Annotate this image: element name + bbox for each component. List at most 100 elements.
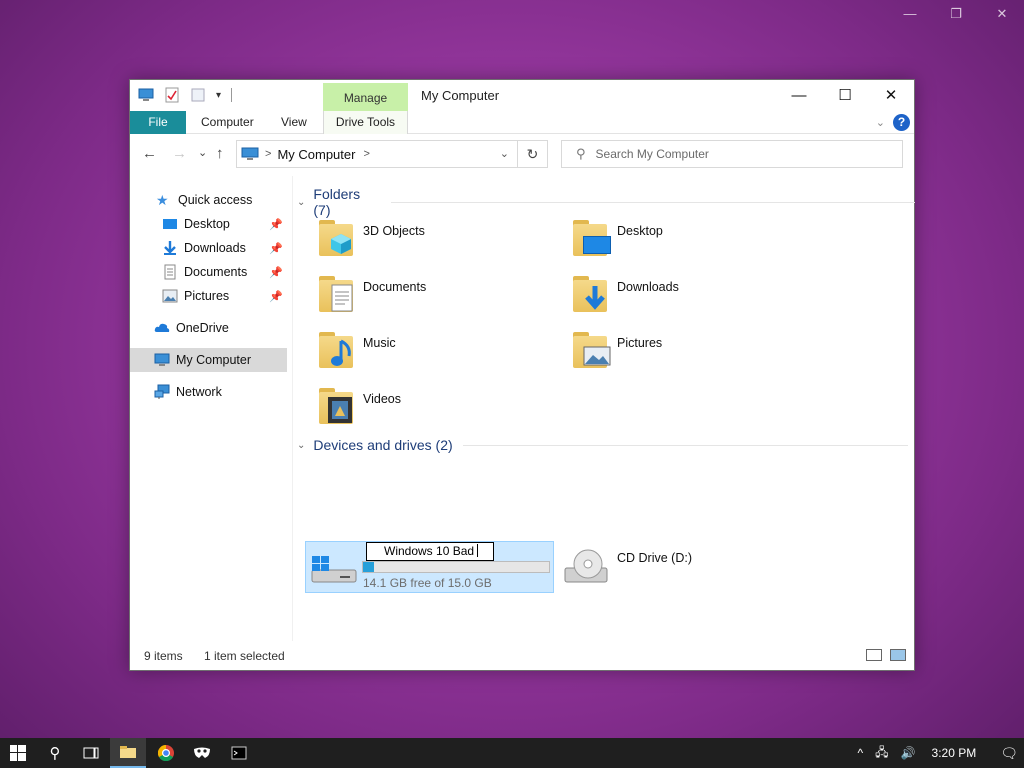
task-view-button[interactable] — [73, 738, 109, 768]
command-prompt-taskbar-button[interactable] — [221, 738, 257, 768]
sidebar-item-label: Desktop — [184, 217, 230, 231]
minimize-button[interactable]: — — [776, 80, 822, 111]
collapse-chevron-icon[interactable]: ⌄ — [297, 440, 305, 451]
computer-icon[interactable] — [138, 87, 154, 103]
tab-view[interactable]: View — [281, 111, 307, 134]
breadcrumb-my-computer[interactable]: My Computer — [277, 147, 355, 162]
chrome-taskbar-button[interactable] — [148, 738, 184, 768]
sidebar-item-label: Downloads — [184, 241, 246, 255]
drive-c-tile[interactable]: Windows 10 Bad 14.1 GB free of 15.0 GB — [305, 541, 554, 593]
cd-drive-tile[interactable]: CD Drive (D:) — [563, 546, 763, 592]
folder-documents[interactable]: Documents — [317, 272, 557, 320]
customize-toolbar-icon[interactable]: ▾ — [216, 90, 221, 101]
details-view-icon[interactable] — [866, 649, 882, 661]
sidebar-item-documents[interactable]: Documents 📌 — [130, 260, 287, 284]
close-button[interactable]: ✕ — [868, 80, 914, 111]
pictures-icon — [162, 289, 178, 303]
sidebar-item-onedrive[interactable]: OneDrive — [130, 316, 287, 340]
drive-rename-value: Windows 10 Bad — [384, 544, 475, 558]
group-header-folders[interactable]: ⌄ Folders (7) — [297, 186, 915, 218]
back-button[interactable]: ← — [142, 145, 157, 162]
pin-icon[interactable]: 📌 — [269, 290, 283, 303]
collapse-chevron-icon[interactable]: ⌄ — [297, 197, 305, 208]
ribbon-right-controls: ⌄ ? — [876, 114, 910, 131]
task-view-icon — [83, 747, 99, 759]
vm-close-button[interactable]: ✕ — [994, 6, 1010, 22]
breadcrumb-separator[interactable]: > — [363, 148, 369, 160]
folder-music[interactable]: Music — [317, 328, 557, 376]
sidebar-item-network[interactable]: Network — [130, 380, 287, 404]
tiles-view-icon[interactable] — [890, 649, 906, 661]
desktop-folder-icon — [571, 216, 611, 258]
group-title: Folders (7) — [313, 186, 361, 218]
system-tray: ^ 🖧 🔊 3:20 PM 🗨 — [852, 738, 1024, 768]
navigation-bar: ← → ⌄ ↑ > My Computer > ⌄ ↻ ⚲ Search My … — [130, 134, 914, 174]
tab-file[interactable]: File — [130, 111, 186, 134]
drive-free-space: 14.1 GB free of 15.0 GB — [363, 576, 492, 590]
search-input[interactable]: ⚲ Search My Computer — [561, 140, 903, 168]
help-icon[interactable]: ? — [893, 114, 910, 131]
documents-folder-icon — [317, 272, 357, 314]
folder-downloads[interactable]: Downloads — [571, 272, 811, 320]
address-bar[interactable]: > My Computer > ⌄ — [236, 140, 518, 168]
folder-desktop[interactable]: Desktop — [571, 216, 811, 264]
pin-icon[interactable]: 📌 — [269, 218, 283, 231]
volume-icon[interactable]: 🔊 — [901, 746, 916, 760]
item-count: 9 items — [144, 649, 183, 663]
group-header-devices[interactable]: ⌄ Devices and drives (2) — [297, 437, 908, 453]
document-icon — [164, 264, 176, 280]
tab-computer[interactable]: Computer — [201, 111, 254, 134]
sidebar-item-desktop[interactable]: Desktop 📌 — [130, 212, 287, 236]
computer-icon — [154, 353, 170, 366]
windows-drive-icon — [311, 556, 357, 583]
sidebar-item-quick-access[interactable]: ★ Quick access — [130, 188, 287, 212]
recent-locations-button[interactable]: ⌄ — [198, 146, 207, 159]
network-icon[interactable]: 🖧 — [875, 743, 888, 764]
folder-videos[interactable]: Videos — [317, 384, 557, 432]
text-caret — [477, 544, 479, 557]
folder-3d-objects[interactable]: 3D Objects — [317, 216, 557, 264]
search-taskbar-button[interactable]: ⚲ — [37, 738, 73, 768]
window-buttons: — ☐ ✕ — [776, 80, 914, 111]
expand-ribbon-icon[interactable]: ⌄ — [876, 116, 885, 129]
vm-restore-button[interactable]: ❐ — [948, 6, 964, 22]
file-explorer-taskbar-button[interactable] — [110, 738, 146, 768]
notifications-icon[interactable]: 🗨 — [1000, 745, 1018, 762]
sidebar-item-my-computer[interactable]: My Computer — [130, 348, 287, 372]
clock[interactable]: 3:20 PM — [932, 746, 977, 760]
sidebar-item-label: OneDrive — [176, 321, 229, 335]
toolbar-divider — [231, 88, 233, 102]
3d-objects-icon — [317, 216, 357, 258]
videos-folder-icon — [317, 384, 357, 426]
search-placeholder: Search My Computer — [595, 147, 709, 161]
pane-divider[interactable] — [292, 176, 293, 641]
pin-icon[interactable]: 📌 — [269, 242, 283, 255]
cloud-icon — [154, 323, 170, 332]
vm-minimize-button[interactable]: — — [902, 6, 918, 22]
search-icon: ⚲ — [49, 745, 61, 762]
show-hidden-icons-button[interactable]: ^ — [858, 746, 864, 760]
properties-icon[interactable] — [164, 87, 180, 103]
status-bar: 9 items 1 item selected — [130, 646, 914, 670]
folder-name: Videos — [363, 392, 401, 406]
tab-drive-tools[interactable]: Drive Tools — [323, 111, 408, 134]
sidebar-item-label: Pictures — [184, 289, 230, 303]
refresh-button[interactable]: ↻ — [518, 140, 548, 168]
address-dropdown-icon[interactable]: ⌄ — [500, 147, 509, 160]
app-taskbar-button[interactable] — [184, 738, 220, 768]
tab-manage[interactable]: Manage — [323, 83, 408, 111]
pin-icon[interactable]: 📌 — [269, 266, 283, 279]
sidebar-item-downloads[interactable]: Downloads 📌 — [130, 236, 287, 260]
mask-icon — [194, 747, 210, 758]
forward-button[interactable]: → — [172, 145, 187, 162]
group-title: Devices and drives (2) — [313, 437, 453, 453]
folder-pictures[interactable]: Pictures — [571, 328, 811, 376]
up-button[interactable]: ↑ — [216, 145, 224, 162]
maximize-button[interactable]: ☐ — [822, 80, 868, 111]
start-button[interactable] — [0, 738, 36, 768]
new-folder-icon[interactable] — [190, 87, 206, 103]
title-bar: ▾ Manage My Computer — ☐ ✕ — [130, 80, 914, 111]
breadcrumb-separator: > — [265, 148, 272, 160]
sidebar-item-pictures[interactable]: Pictures 📌 — [130, 284, 287, 308]
drive-rename-input[interactable]: Windows 10 Bad — [366, 542, 494, 561]
